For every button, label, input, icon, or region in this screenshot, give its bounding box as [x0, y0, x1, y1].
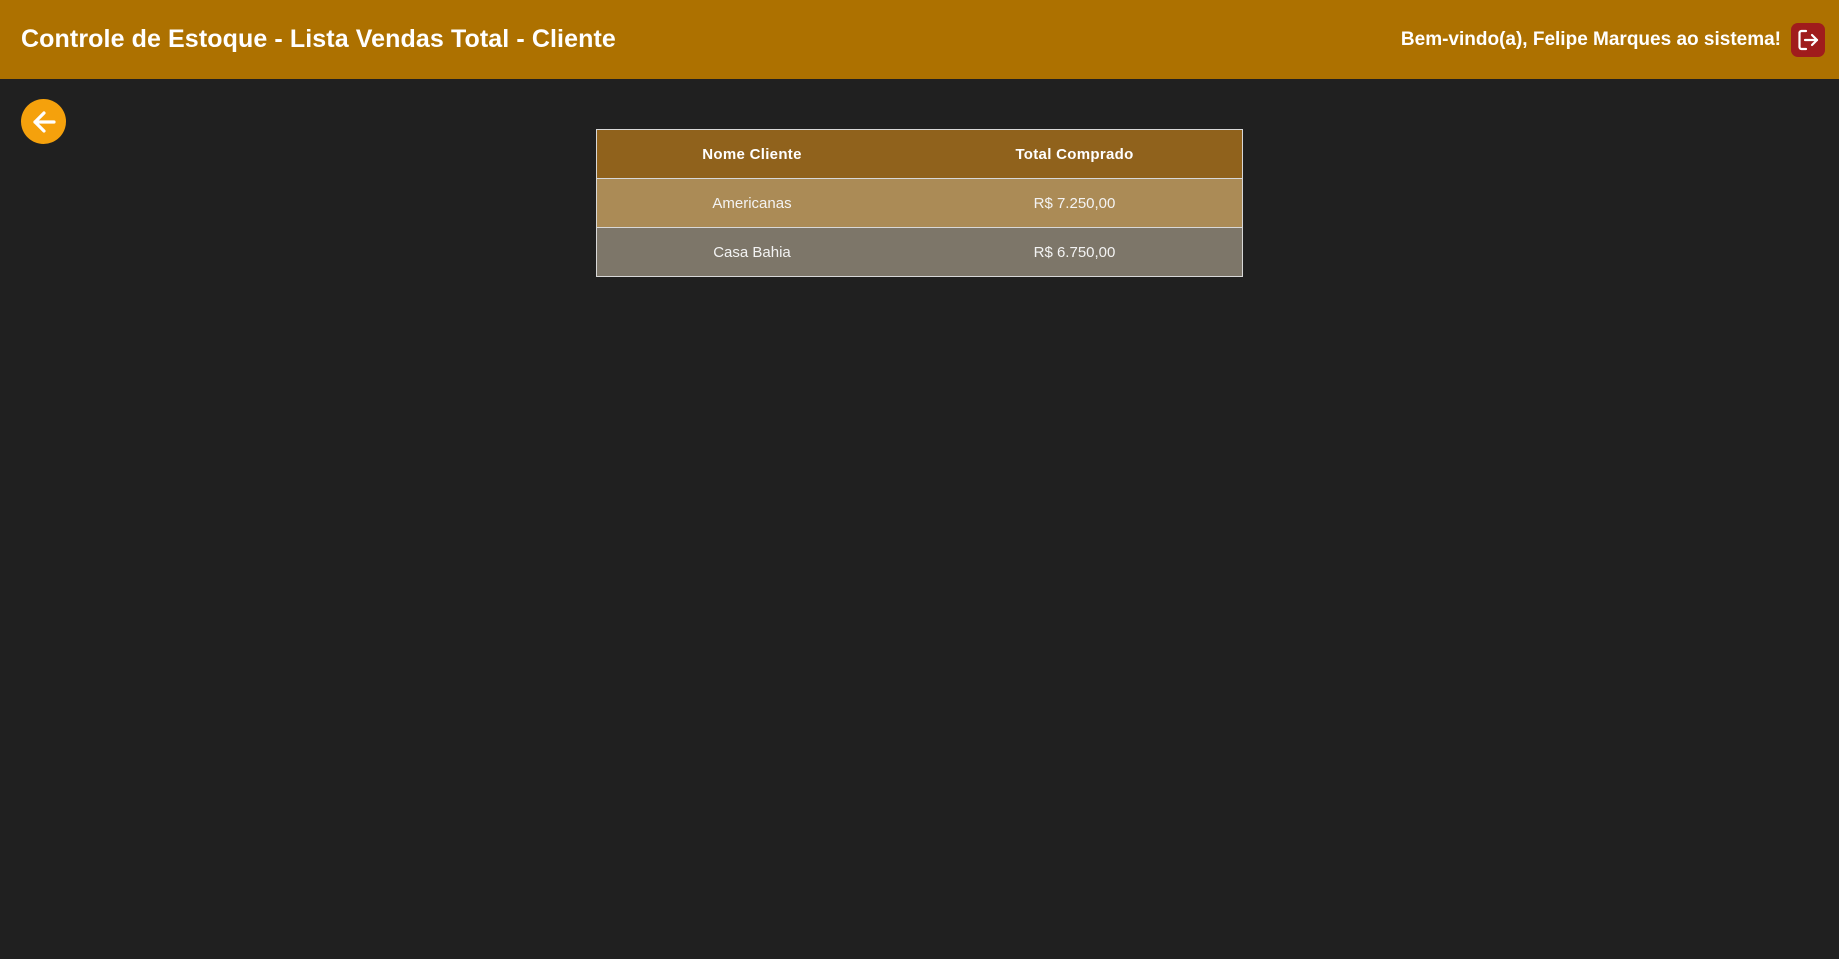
table-row: Casa Bahia R$ 6.750,00	[597, 227, 1242, 276]
sales-total-table: Nome Cliente Total Comprado Americanas R…	[597, 130, 1242, 276]
cell-nome-cliente: Americanas	[597, 178, 907, 228]
welcome-message: Bem-vindo(a), Felipe Marques ao sistema!	[1400, 28, 1781, 50]
logout-button[interactable]	[1791, 22, 1825, 57]
column-header-total-comprado: Total Comprado	[907, 130, 1242, 179]
table-row: Americanas R$ 7.250,00	[597, 178, 1242, 228]
top-header: Controle de Estoque - Lista Vendas Total…	[0, 0, 1839, 79]
column-header-nome-cliente: Nome Cliente	[597, 130, 907, 179]
cell-total-comprado: R$ 7.250,00	[907, 178, 1242, 228]
header-user-area: Bem-vindo(a), Felipe Marques ao sistema!	[1400, 22, 1825, 57]
back-button[interactable]	[21, 99, 66, 144]
sales-table-container: Nome Cliente Total Comprado Americanas R…	[596, 129, 1243, 277]
table-header-row: Nome Cliente Total Comprado	[597, 130, 1242, 179]
cell-total-comprado: R$ 6.750,00	[907, 227, 1242, 276]
cell-nome-cliente: Casa Bahia	[597, 227, 907, 276]
page-title: Controle de Estoque - Lista Vendas Total…	[21, 25, 616, 53]
logout-icon	[1798, 29, 1819, 50]
arrow-left-icon	[32, 110, 56, 133]
